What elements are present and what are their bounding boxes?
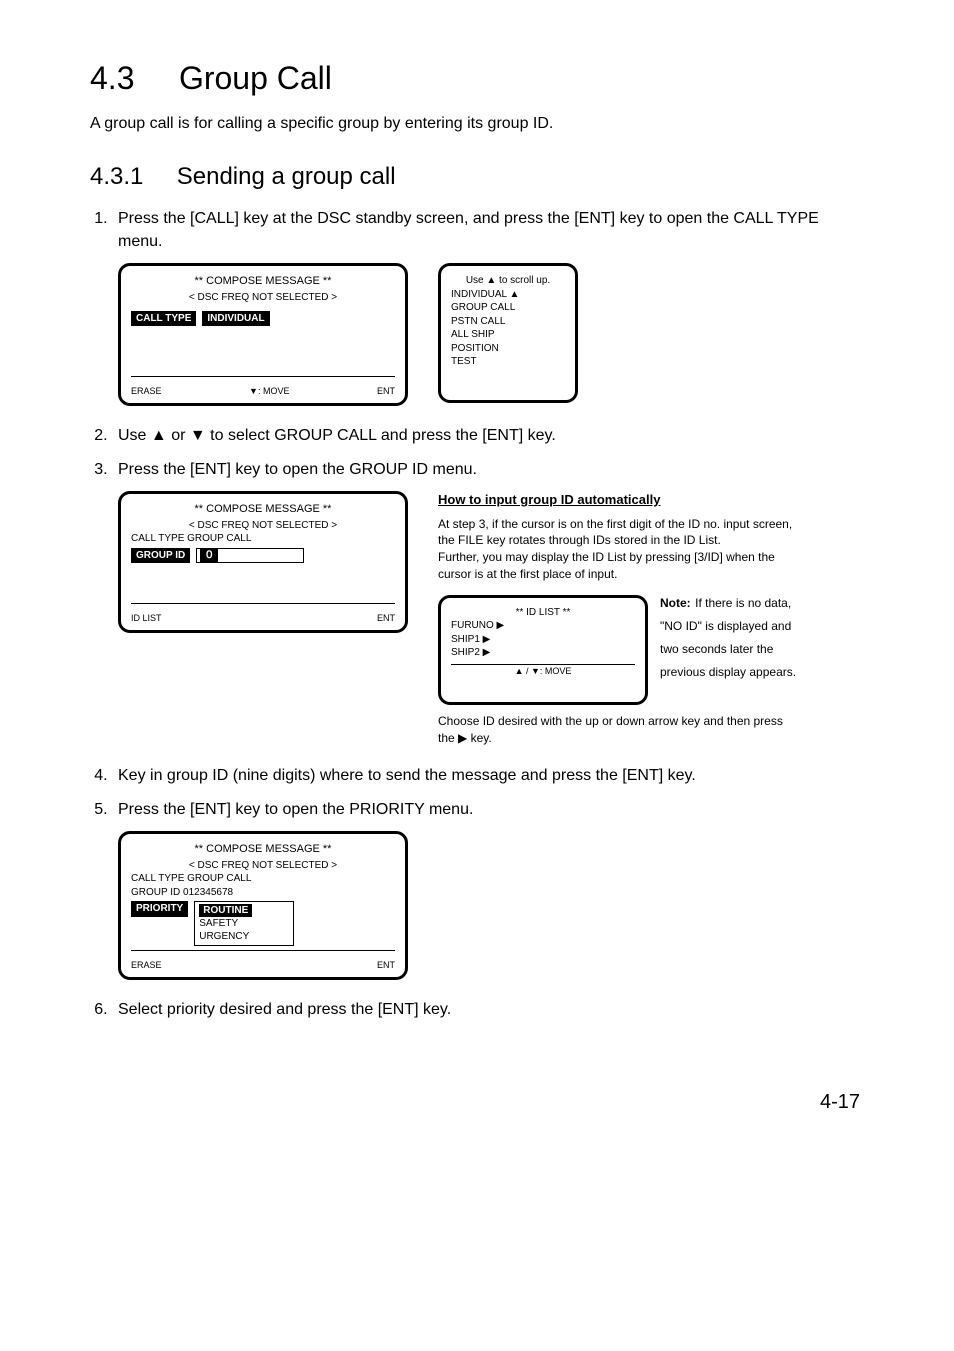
- auto-body-1: At step 3, if the cursor is on the first…: [438, 516, 798, 550]
- option-item: TEST: [451, 355, 565, 369]
- idlist-foot: ▲ / ▼: MOVE: [451, 665, 635, 677]
- foot-ent: ENT: [377, 385, 395, 397]
- panel-subtitle: < DSC FREQ NOT SELECTED >: [131, 291, 395, 305]
- foot-ent: ENT: [377, 612, 395, 624]
- foot-erase: ERASE: [131, 385, 162, 397]
- section-intro: A group call is for calling a specific g…: [90, 115, 864, 133]
- foot-move: ▼: MOVE: [249, 385, 289, 397]
- panel-title: ** COMPOSE MESSAGE **: [131, 274, 395, 289]
- priority-groupid-line: GROUP ID 012345678: [131, 886, 395, 900]
- page-number: 4-17: [90, 1091, 864, 1114]
- step-2-text-a: Use: [118, 427, 151, 444]
- panel-subtitle: < DSC FREQ NOT SELECTED >: [131, 859, 395, 873]
- step-3: Press the [ENT] key to open the GROUP ID…: [112, 458, 864, 747]
- step-4: Key in group ID (nine digits) where to s…: [112, 764, 864, 787]
- idlist-item: SHIP1 ▶: [451, 633, 635, 647]
- step-3-text: Press the [ENT] key to open the GROUP ID…: [118, 461, 477, 478]
- foot-ent: ENT: [377, 959, 395, 971]
- subsection-number: 4.3.1: [90, 163, 143, 190]
- panel-priority: ** COMPOSE MESSAGE ** < DSC FREQ NOT SEL…: [118, 831, 408, 980]
- foot-erase: ERASE: [131, 959, 162, 971]
- section-number: 4.3: [90, 60, 134, 96]
- group-id-field: ０: [196, 548, 304, 564]
- option-item: INDIVIDUAL ▲: [451, 288, 565, 302]
- panel-calltype-line: CALL TYPE GROUP CALL: [131, 532, 395, 546]
- step-1: Press the [CALL] key at the DSC standby …: [112, 207, 864, 406]
- priority-value: ROUTINE: [199, 904, 252, 917]
- call-type-value: INDIVIDUAL: [202, 311, 269, 327]
- auto-input-block: How to input group ID automatically At s…: [438, 491, 798, 747]
- auto-tail: Choose ID desired with the up or down ar…: [438, 713, 798, 747]
- auto-title: How to input group ID automatically: [438, 491, 798, 510]
- step-2: Use ▲ or ▼ to select GROUP CALL and pres…: [112, 424, 864, 447]
- panel-id-list: ** ID LIST ** FURUNO ▶ SHIP1 ▶ SHIP2 ▶ ▲…: [438, 595, 648, 705]
- foot-idlist: ID LIST: [131, 612, 162, 624]
- panel-subtitle: < DSC FREQ NOT SELECTED >: [131, 519, 395, 533]
- auto-body-2: Further, you may display the ID List by …: [438, 549, 798, 583]
- option-item: GROUP CALL: [451, 301, 565, 315]
- down-arrow-icon: ▼: [190, 427, 206, 444]
- step-6: Select priority desired and press the [E…: [112, 998, 864, 1021]
- option-item: PSTN CALL: [451, 315, 565, 329]
- group-id-label: GROUP ID: [131, 548, 190, 564]
- step-2-text-b: or: [167, 427, 190, 444]
- step-5-text: Press the [ENT] key to open the PRIORITY…: [118, 801, 473, 818]
- priority-option: SAFETY: [199, 918, 238, 929]
- idlist-item: SHIP2 ▶: [451, 646, 635, 660]
- group-id-value: ０: [200, 549, 218, 563]
- panel-call-type-options: Use ▲ to scroll up. INDIVIDUAL ▲ GROUP C…: [438, 263, 578, 403]
- option-item: ALL SHIP: [451, 328, 565, 342]
- steps-list: Press the [CALL] key at the DSC standby …: [90, 207, 864, 1021]
- section-title: Group Call: [179, 60, 332, 96]
- step-2-text-c: to select GROUP CALL and press the [ENT]…: [206, 427, 556, 444]
- up-arrow-icon: ▲: [151, 427, 167, 444]
- idlist-item: FURUNO ▶: [451, 619, 635, 633]
- panel-title: ** COMPOSE MESSAGE **: [131, 502, 395, 517]
- step-5: Press the [ENT] key to open the PRIORITY…: [112, 798, 864, 981]
- scroll-hint: Use ▲ to scroll up.: [451, 274, 565, 288]
- section-heading: 4.3 Group Call: [90, 60, 864, 97]
- idlist-title: ** ID LIST **: [451, 606, 635, 620]
- call-type-label: CALL TYPE: [131, 311, 196, 327]
- priority-label: PRIORITY: [131, 901, 188, 917]
- priority-calltype-line: CALL TYPE GROUP CALL: [131, 872, 395, 886]
- panel-call-type: ** COMPOSE MESSAGE ** < DSC FREQ NOT SEL…: [118, 263, 408, 406]
- auto-note-label: Note:: [660, 596, 691, 610]
- panel-group-id: ** COMPOSE MESSAGE ** < DSC FREQ NOT SEL…: [118, 491, 408, 633]
- priority-option: URGENCY: [199, 931, 249, 942]
- subsection-heading: 4.3.1 Sending a group call: [90, 163, 864, 191]
- option-item: POSITION: [451, 342, 565, 356]
- step-1-text: Press the [CALL] key at the DSC standby …: [118, 210, 819, 250]
- subsection-title: Sending a group call: [177, 163, 396, 190]
- panel-title: ** COMPOSE MESSAGE **: [131, 842, 395, 857]
